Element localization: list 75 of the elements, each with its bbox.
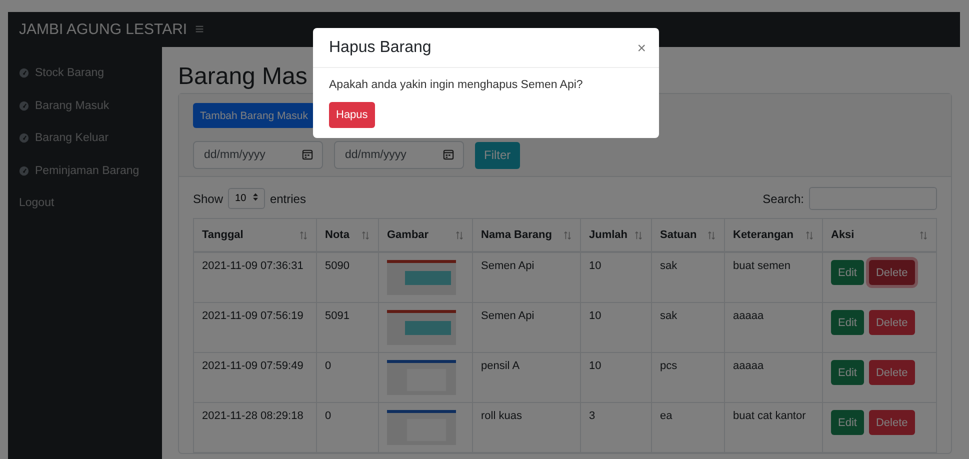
sort-icon: [455, 230, 464, 240]
edit-button[interactable]: Edit: [831, 360, 864, 385]
invoice-cell: 5091: [316, 302, 378, 352]
column-header[interactable]: Keterangan: [724, 218, 822, 252]
quantity-cell: 10: [580, 302, 652, 352]
column-header[interactable]: Tanggal: [194, 218, 316, 252]
add-item-button[interactable]: Tambah Barang Masuk: [193, 103, 315, 128]
column-header[interactable]: Nama Barang: [472, 218, 580, 252]
note-cell: buat cat kantor: [724, 402, 822, 452]
sort-icon: [707, 230, 716, 240]
date-cell: 2021-11-09 07:36:31: [194, 252, 316, 302]
note-cell: aaaaa: [724, 352, 822, 402]
edit-button[interactable]: Edit: [831, 260, 864, 285]
delete-button[interactable]: Delete: [868, 410, 915, 435]
confirm-delete-button[interactable]: Hapus: [329, 102, 375, 128]
date-from-field[interactable]: dd/mm/yyyy: [193, 141, 323, 169]
invoice-cell: 0: [316, 402, 378, 452]
calendar-icon: [302, 149, 313, 160]
column-header[interactable]: Jumlah: [580, 218, 652, 252]
unit-cell: pcs: [652, 352, 724, 402]
gauge-icon: [19, 133, 29, 144]
column-header[interactable]: Aksi: [822, 218, 936, 252]
date-cell: 2021-11-09 07:56:19: [194, 302, 316, 352]
unit-cell: sak: [652, 252, 724, 302]
invoice-cell: 5090: [316, 252, 378, 302]
menu-toggle[interactable]: ≡: [193, 21, 206, 38]
page-size-select[interactable]: 10: [228, 188, 265, 209]
search-field[interactable]: [809, 187, 937, 210]
delete-button[interactable]: Delete: [868, 360, 915, 385]
sort-icon: [634, 230, 643, 240]
calendar-icon: [443, 149, 454, 160]
gauge-icon: [19, 68, 29, 78]
page-title: Barang Mas: [178, 63, 308, 91]
item-name-cell: pensil A: [472, 352, 580, 402]
confirm-message: Apakah anda yakin ingin menghapus Semen Api?: [329, 79, 584, 91]
thumbnail-image: [387, 410, 456, 445]
quantity-cell: 3: [580, 402, 652, 452]
quantity-cell: 10: [580, 252, 652, 302]
date-to-field[interactable]: dd/mm/yyyy: [334, 141, 464, 169]
item-name-cell: roll kuas: [472, 402, 580, 452]
sort-icon: [299, 230, 308, 240]
note-cell: buat semen: [724, 252, 822, 302]
sort-icon: [919, 230, 928, 240]
column-header[interactable]: Satuan: [652, 218, 724, 252]
thumbnail-image: [387, 360, 456, 395]
column-header[interactable]: Gambar: [378, 218, 472, 252]
close-button[interactable]: ×: [637, 40, 646, 56]
gauge-icon: [19, 100, 29, 111]
sort-icon: [563, 230, 572, 240]
invoice-cell: 0: [316, 352, 378, 402]
column-header[interactable]: Nota: [316, 218, 378, 252]
show-label: Show: [193, 192, 224, 206]
quantity-cell: 10: [580, 352, 652, 402]
dialog-title: Hapus Barang: [329, 39, 432, 57]
sort-icon: [361, 230, 370, 240]
thumbnail-image: [387, 260, 456, 295]
delete-button[interactable]: Delete: [868, 260, 915, 285]
unit-cell: ea: [652, 402, 724, 452]
date-cell: 2021-11-28 08:29:18: [194, 402, 316, 452]
delete-button[interactable]: Delete: [868, 310, 915, 335]
item-name-cell: Semen Api: [472, 252, 580, 302]
search-label: Search:: [762, 192, 804, 206]
gauge-icon: [19, 166, 29, 176]
up-down-icon: [252, 193, 258, 201]
unit-cell: sak: [652, 302, 724, 352]
item-name-cell: Semen Api: [472, 302, 580, 352]
date-cell: 2021-11-09 07:59:49: [194, 352, 316, 402]
filter-button[interactable]: Filter: [475, 142, 520, 168]
edit-button[interactable]: Edit: [831, 410, 864, 435]
edit-button[interactable]: Edit: [831, 310, 864, 335]
thumbnail-image: [387, 310, 456, 345]
brand-title[interactable]: JAMBI AGUNG LESTARI: [19, 21, 188, 38]
sort-icon: [805, 230, 814, 240]
entries-label: entries: [270, 192, 306, 206]
note-cell: aaaaa: [724, 302, 822, 352]
